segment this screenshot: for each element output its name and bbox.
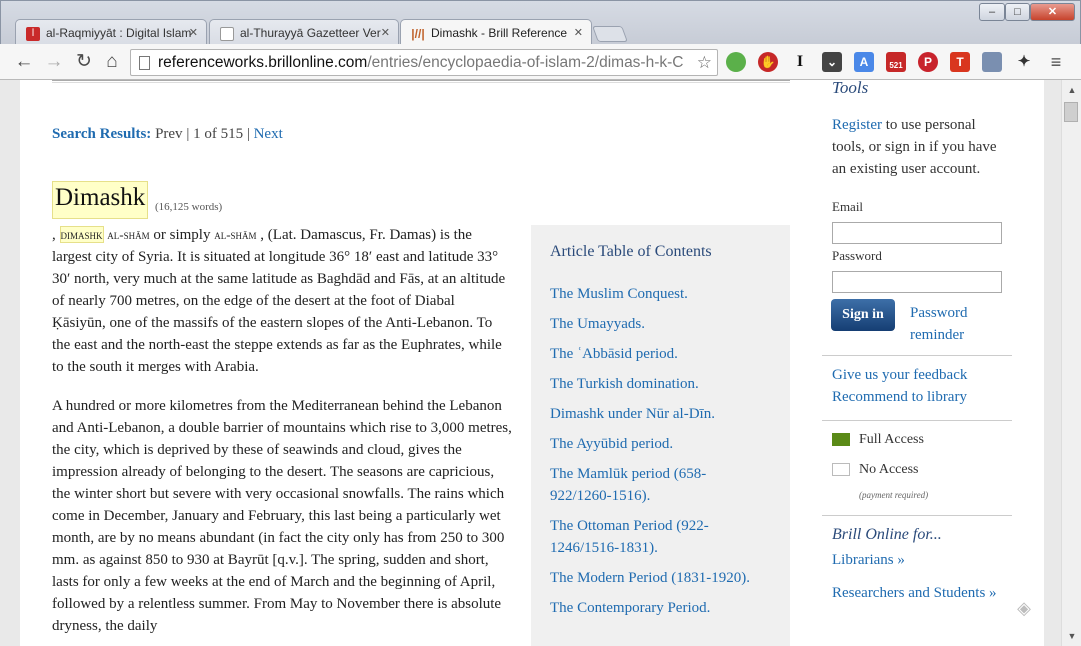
close-window-button[interactable]: ✕ xyxy=(1030,3,1075,21)
article-paragraph: A hundred or more kilometres from the Me… xyxy=(52,398,512,634)
tab-al-thurayya[interactable]: al-Thurayyā Gazetteer Ver ✕ xyxy=(209,19,399,46)
badge-521-icon[interactable]: 521 xyxy=(886,52,906,72)
pocket-icon[interactable]: ⌄ xyxy=(822,52,842,72)
close-tab-icon[interactable]: ✕ xyxy=(381,20,390,46)
toc-item[interactable]: The Contemporary Period. xyxy=(550,597,765,619)
url-path: /entries/encyclopaedia-of-islam-2/dimas-… xyxy=(367,54,684,71)
ext-badge-count: 521 xyxy=(889,61,903,70)
al-raqmiyyat-icon: ا xyxy=(26,27,40,41)
evernote-icon[interactable] xyxy=(726,52,746,72)
scroll-down-arrow-icon[interactable]: ▼ xyxy=(1062,628,1081,644)
toc-item[interactable]: The ʿAbbāsid period. xyxy=(550,343,765,365)
tab-label: al-Raqmiyyāt : Digital Islam xyxy=(46,26,192,40)
divider xyxy=(822,420,1012,421)
pinterest-icon[interactable]: P xyxy=(918,52,938,72)
article-paragraph: , dimashk al-shām or simply al-shām , (L… xyxy=(52,224,512,378)
brill-icon: |//| xyxy=(411,27,425,41)
puzzle-icon[interactable]: ✦ xyxy=(1014,52,1034,72)
feedback-link[interactable]: Give us your feedback xyxy=(832,367,967,384)
tab-label: al-Thurayyā Gazetteer Ver xyxy=(240,26,381,40)
todoist-icon[interactable]: T xyxy=(950,52,970,72)
toc-item[interactable]: The Mamlūk period (658-922/1260-1516). xyxy=(550,463,765,507)
toc-title: Article Table of Contents xyxy=(550,243,712,260)
scroll-up-arrow-icon[interactable]: ▲ xyxy=(1062,82,1081,98)
article-toc: Article Table of Contents The Muslim Con… xyxy=(531,225,790,646)
instapaper-icon[interactable]: I xyxy=(790,52,810,72)
alias-name: al-shām xyxy=(107,227,150,242)
close-tab-icon[interactable]: ✕ xyxy=(574,20,583,46)
divider xyxy=(822,355,1012,356)
toc-item[interactable]: The Ottoman Period (922-1246/1516-1831). xyxy=(550,515,765,559)
email-field[interactable] xyxy=(832,222,1002,244)
forward-arrow-icon[interactable]: → xyxy=(42,50,66,74)
password-field[interactable] xyxy=(832,271,1002,293)
search-results-link[interactable]: Search Results: xyxy=(52,126,151,142)
minimize-button[interactable]: – xyxy=(979,3,1005,21)
home-icon[interactable]: ⌂ xyxy=(100,50,124,74)
translate-icon[interactable]: A xyxy=(854,52,874,72)
maximize-button[interactable]: □ xyxy=(1005,3,1030,21)
scrollbar-thumb[interactable] xyxy=(1064,102,1078,122)
full-access-swatch xyxy=(832,433,850,446)
intro-lead: , xyxy=(52,227,56,243)
browser-toolbar: ← → ↻ ⌂ referenceworks.brillonline.com/e… xyxy=(0,44,1081,80)
result-position: 1 of 515 xyxy=(193,126,244,142)
researchers-link[interactable]: Researchers and Students » xyxy=(832,582,1007,604)
next-link[interactable]: Next xyxy=(254,126,283,142)
edit-tag-icon[interactable]: ◈ xyxy=(1011,595,1037,621)
adblock-icon[interactable]: ✋ xyxy=(758,52,778,72)
toc-item[interactable]: The Turkish domination. xyxy=(550,373,765,395)
page-viewport: Search Results: Prev | 1 of 515 | Next D… xyxy=(0,80,1061,646)
prev-link[interactable]: Prev xyxy=(155,126,183,142)
search-results-nav: Search Results: Prev | 1 of 515 | Next xyxy=(52,126,283,142)
header-divider xyxy=(52,80,790,83)
headword-highlight: dimashk xyxy=(59,226,104,243)
close-tab-icon[interactable]: ✕ xyxy=(189,20,198,46)
email-label: Email xyxy=(832,199,864,214)
no-access-swatch xyxy=(832,463,850,476)
word-count: (16,125 words) xyxy=(155,201,223,213)
menu-icon[interactable]: ≡ xyxy=(1044,50,1068,74)
page-info-icon xyxy=(139,56,150,70)
password-label: Password xyxy=(832,248,882,263)
tools-title: Tools xyxy=(832,80,869,97)
divider xyxy=(822,515,1012,516)
register-link[interactable]: Register xyxy=(832,117,882,133)
article-title: Dimashk xyxy=(52,181,149,219)
vertical-scrollbar[interactable]: ▲ ▼ xyxy=(1061,80,1081,646)
brill-online-title: Brill Online for... xyxy=(832,526,942,543)
recommend-link[interactable]: Recommend to library xyxy=(832,389,967,406)
browser-titlebar: ا al-Raqmiyyāt : Digital Islam ✕ al-Thur… xyxy=(0,0,1081,46)
tab-label: Dimashk - Brill Reference xyxy=(431,26,568,40)
toc-item[interactable]: The Modern Period (1831-1920). xyxy=(550,567,765,589)
toc-item[interactable]: Dimashk under Nūr al-Dīn. xyxy=(550,403,765,425)
new-tab-button[interactable] xyxy=(592,26,628,42)
back-arrow-icon[interactable]: ← xyxy=(12,50,36,74)
register-text: Register to use personal tools, or sign … xyxy=(832,114,1012,180)
toc-item[interactable]: The Umayyads. xyxy=(550,313,765,335)
reload-icon[interactable]: ↻ xyxy=(72,50,96,74)
sign-in-button[interactable]: Sign in xyxy=(831,299,895,331)
paragraph-text: or simply xyxy=(149,227,215,243)
bookmark-star-icon[interactable]: ☆ xyxy=(697,50,712,75)
payment-required-note: (payment required) xyxy=(859,490,929,500)
paragraph-text: , (Lat. Damascus, Fr. Damas) is the larg… xyxy=(52,227,506,375)
url-host: referenceworks.brillonline.com xyxy=(158,54,368,71)
toc-item[interactable]: The Ayyūbid period. xyxy=(550,433,765,455)
full-access-label: Full Access xyxy=(859,432,924,447)
tab-dimashk[interactable]: |//| Dimashk - Brill Reference ✕ xyxy=(400,19,592,46)
notes-icon[interactable] xyxy=(982,52,1002,72)
address-bar[interactable]: referenceworks.brillonline.com/entries/e… xyxy=(130,49,718,76)
alias-name: al-shām xyxy=(214,227,257,242)
page-icon xyxy=(220,27,234,41)
toc-item[interactable]: The Muslim Conquest. xyxy=(550,283,765,305)
no-access-label: No Access xyxy=(859,462,919,477)
librarians-link[interactable]: Librarians » xyxy=(832,552,905,569)
tab-al-raqmiyyat[interactable]: ا al-Raqmiyyāt : Digital Islam ✕ xyxy=(15,19,207,46)
password-reminder-link[interactable]: Password reminder xyxy=(910,302,1000,346)
